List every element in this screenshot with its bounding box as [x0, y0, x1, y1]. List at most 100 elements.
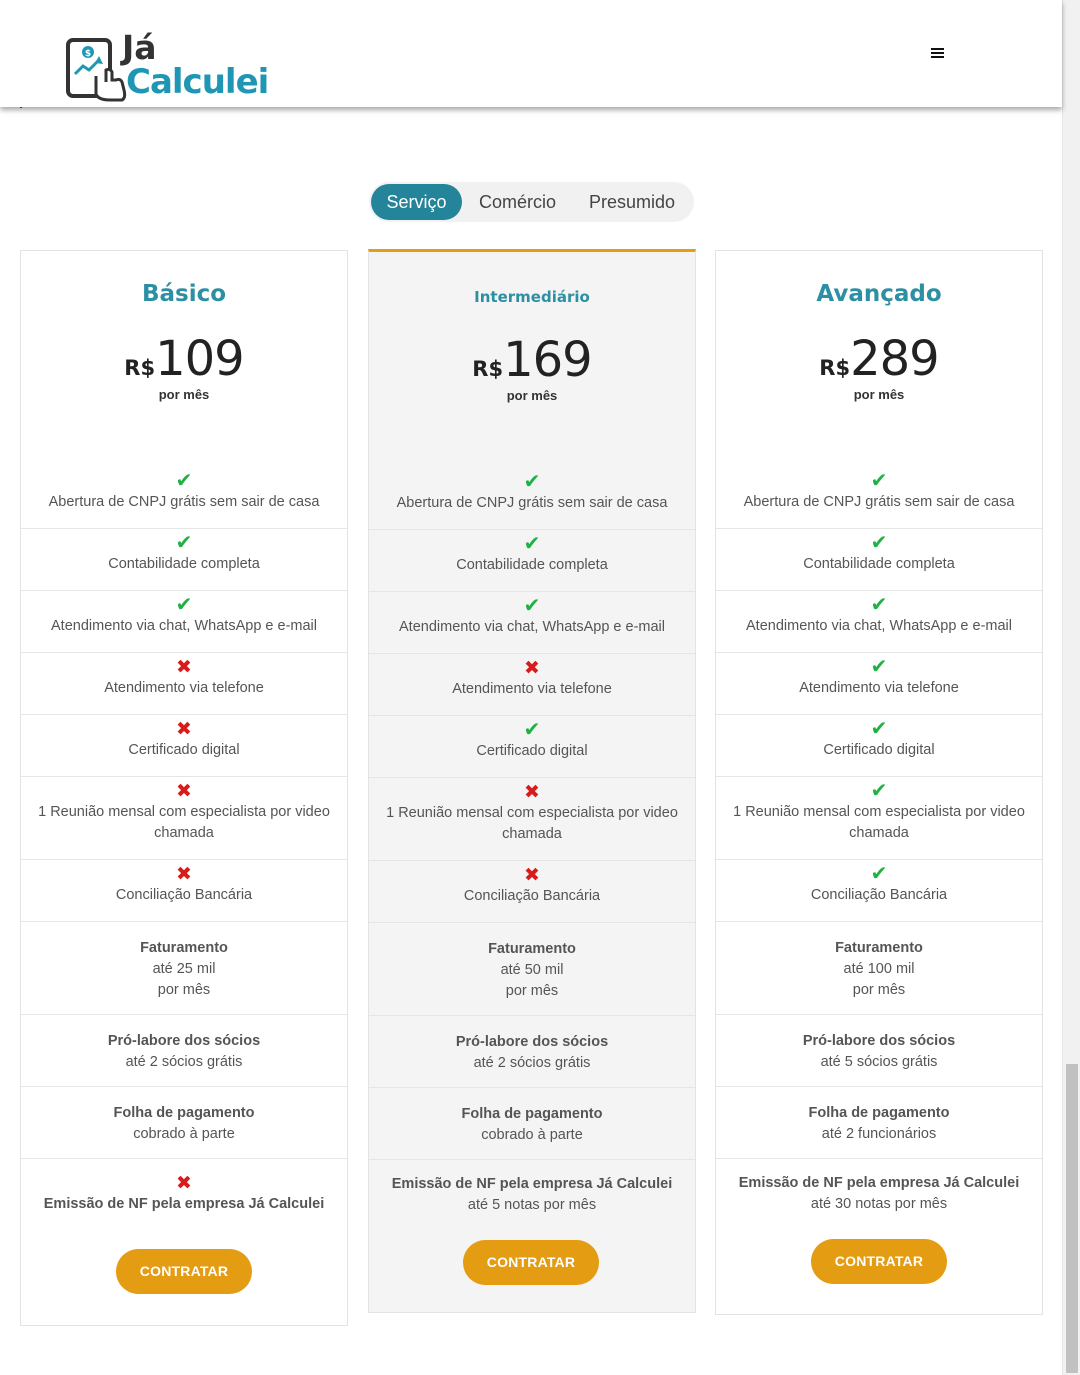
- feature-label: Atendimento via telefone: [799, 680, 959, 696]
- feature-item: ✖ Atendimento via telefone: [369, 654, 695, 716]
- check-icon: ✔: [870, 780, 888, 802]
- feature-label: 1 Reunião mensal com especialista por vi…: [733, 804, 1025, 841]
- faturamento-title: Faturamento: [835, 940, 923, 956]
- feature-label: Abertura de CNPJ grátis sem sair de casa: [396, 495, 668, 511]
- faturamento-period: por mês: [852, 982, 906, 998]
- price-currency: R$: [124, 356, 156, 380]
- cross-icon: ✖: [176, 1173, 192, 1194]
- faturamento-info: Faturamento até 50 mil por mês: [369, 923, 695, 1016]
- price-currency: R$: [472, 357, 504, 381]
- feature-item: ✖ 1 Reunião mensal com especialista por v…: [21, 777, 347, 860]
- check-icon: ✔: [870, 718, 888, 740]
- price-currency: R$: [819, 356, 851, 380]
- feature-label: Atendimento via chat, WhatsApp e e-mail: [746, 618, 1012, 634]
- nf-title: Emissão de NF pela empresa Já Calculei: [391, 1176, 673, 1192]
- check-icon: ✔: [870, 470, 888, 492]
- contratar-button[interactable]: CONTRATAR: [116, 1249, 252, 1294]
- plan-card-basico: Básico R$109 por mês ✔ Abertura de CNPJ grát…: [20, 250, 348, 1326]
- plan-name: Básico: [141, 281, 227, 307]
- feature-label: Conciliação Bancária: [115, 887, 253, 903]
- folha-value: cobrado à parte: [481, 1127, 583, 1143]
- check-icon: ✔: [175, 594, 193, 616]
- feature-label: Abertura de CNPJ grátis sem sair de casa: [743, 494, 1015, 510]
- feature-item: ✔ Conciliação Bancária: [716, 860, 1042, 922]
- feature-label: Contabilidade completa: [803, 556, 955, 572]
- feature-item: ✖ Certificado digital: [21, 715, 347, 777]
- faturamento-limit: até 100 mil: [843, 961, 915, 977]
- nf-info: Emissão de NF pela empresa Já Calculei at…: [716, 1159, 1042, 1231]
- cross-icon: ✖: [524, 782, 540, 803]
- feature-label: Certificado digital: [476, 743, 588, 759]
- faturamento-limit: até 25 mil: [152, 961, 216, 977]
- hamburger-icon[interactable]: [928, 46, 948, 64]
- contratar-button[interactable]: CONTRATAR: [811, 1239, 947, 1284]
- page-scrollbar[interactable]: [1062, 0, 1080, 1375]
- svg-text:$: $: [85, 49, 91, 59]
- folha-title: Folha de pagamento: [461, 1106, 603, 1122]
- feature-item: ✔ Abertura de CNPJ grátis sem sair de cas…: [369, 468, 695, 530]
- feature-item: ✔ Atendimento via telefone: [716, 653, 1042, 715]
- feature-item: ✔ Atendimento via chat, WhatsApp e e-mail: [21, 591, 347, 653]
- tab-presumido[interactable]: Presumido: [577, 184, 687, 220]
- check-icon: ✔: [523, 533, 541, 555]
- feature-item: ✔ Contabilidade completa: [21, 529, 347, 591]
- prolabore-value: até 2 sócios grátis: [125, 1054, 243, 1070]
- check-icon: ✔: [870, 863, 888, 885]
- folha-info: Folha de pagamento até 2 funcionários: [716, 1087, 1042, 1159]
- plan-price: R$289: [716, 331, 1042, 387]
- nf-info: ✖ Emissão de NF pela empresa Já Calculei: [21, 1159, 347, 1231]
- feature-item: ✖ Atendimento via telefone: [21, 653, 347, 715]
- plan-card-avancado: Avançado R$289 por mês ✔ Abertura de CNPJ gr…: [715, 250, 1043, 1315]
- plan-name: Avançado: [816, 281, 942, 307]
- logo-text-calculei: Calculei: [126, 62, 269, 102]
- nf-value: até 30 notas por mês: [810, 1196, 948, 1212]
- feature-label: Abertura de CNPJ grátis sem sair de casa: [48, 494, 320, 510]
- cross-icon: ✖: [524, 658, 540, 679]
- plan-card-intermediario: Intermediário R$169 por mês ✔ Abertura de CN…: [368, 249, 696, 1313]
- feature-item: ✔ Contabilidade completa: [716, 529, 1042, 591]
- feature-list: ✔ Abertura de CNPJ grátis sem sair de cas…: [369, 468, 695, 1232]
- contratar-button[interactable]: CONTRATAR: [463, 1240, 599, 1285]
- prolabore-value: até 2 sócios grátis: [473, 1055, 591, 1071]
- price-period: por mês: [853, 387, 905, 402]
- site-header: $ Já Calculei: [0, 0, 1062, 107]
- plan-name: Intermediário: [474, 288, 590, 306]
- feature-item: ✖ 1 Reunião mensal com especialista por v…: [369, 778, 695, 861]
- feature-item: ✔ Certificado digital: [369, 716, 695, 778]
- cross-icon: ✖: [176, 657, 192, 678]
- feature-item: ✖ Conciliação Bancária: [369, 861, 695, 923]
- tab-comercio[interactable]: Comércio: [469, 184, 566, 220]
- check-icon: ✔: [175, 532, 193, 554]
- feature-label: Certificado digital: [128, 742, 240, 758]
- feature-item: ✔ Abertura de CNPJ grátis sem sair de cas…: [716, 467, 1042, 529]
- prolabore-title: Pró-labore dos sócios: [107, 1033, 261, 1049]
- folha-title: Folha de pagamento: [113, 1105, 255, 1121]
- folha-info: Folha de pagamento cobrado à parte: [369, 1088, 695, 1160]
- cross-icon: ✖: [176, 864, 192, 885]
- plan-price: R$109: [21, 331, 347, 387]
- site-logo[interactable]: $ Já Calculei: [66, 28, 269, 104]
- check-icon: ✔: [870, 594, 888, 616]
- plan-category-tabs: Serviço Comércio Presumido: [369, 182, 694, 222]
- calculator-hand-icon: $: [66, 38, 127, 102]
- scrollbar-thumb[interactable]: [1066, 1064, 1078, 1373]
- faturamento-info: Faturamento até 25 mil por mês: [21, 922, 347, 1015]
- feature-label: Atendimento via chat, WhatsApp e e-mail: [51, 618, 317, 634]
- check-icon: ✔: [523, 471, 541, 493]
- price-value: 109: [155, 331, 245, 387]
- check-icon: ✔: [523, 595, 541, 617]
- price-value: 169: [503, 332, 593, 388]
- faturamento-period: por mês: [157, 982, 211, 998]
- price-value: 289: [850, 331, 940, 387]
- feature-item: ✔ Atendimento via chat, WhatsApp e e-mail: [716, 591, 1042, 653]
- prolabore-info: Pró-labore dos sócios até 5 sócios grátis: [716, 1015, 1042, 1087]
- feature-label: Contabilidade completa: [456, 557, 608, 573]
- prolabore-info: Pró-labore dos sócios até 2 sócios grátis: [369, 1016, 695, 1088]
- cross-icon: ✖: [176, 781, 192, 802]
- price-period: por mês: [506, 388, 558, 403]
- faturamento-title: Faturamento: [488, 941, 576, 957]
- feature-label: Atendimento via telefone: [104, 680, 264, 696]
- tab-servico[interactable]: Serviço: [371, 184, 462, 220]
- faturamento-limit: até 50 mil: [500, 962, 564, 978]
- feature-label: Conciliação Bancária: [810, 887, 948, 903]
